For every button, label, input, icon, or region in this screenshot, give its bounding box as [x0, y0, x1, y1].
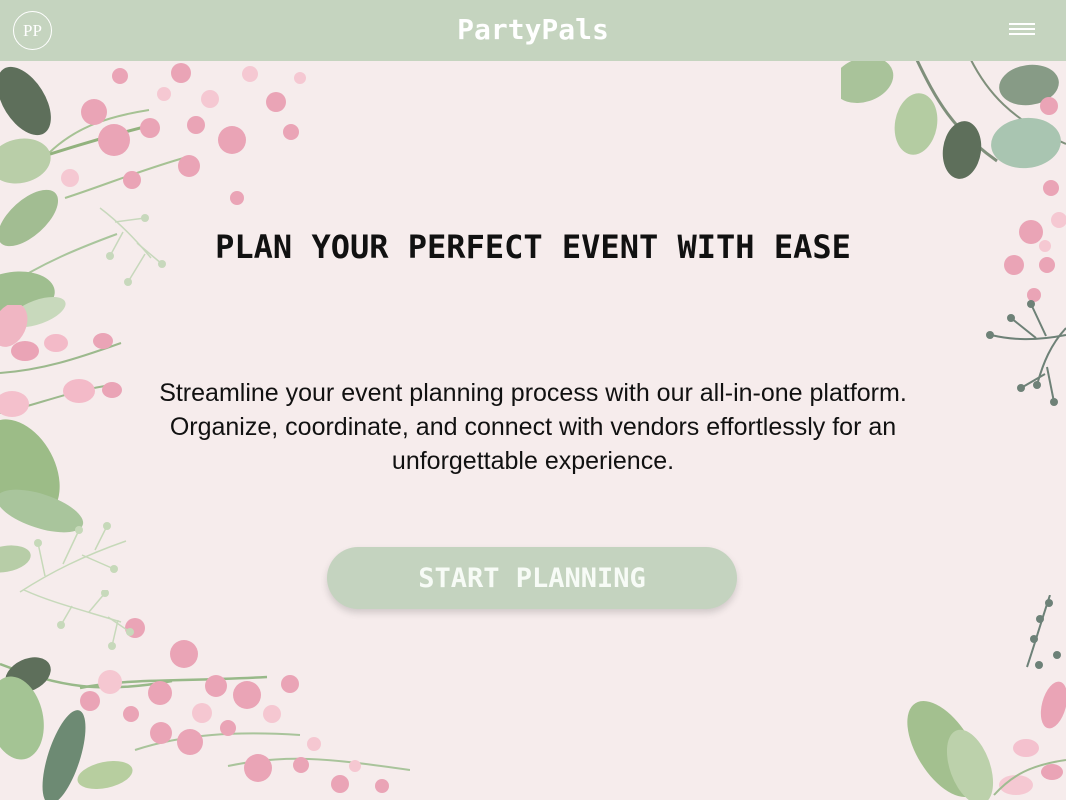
- hamburger-menu-icon[interactable]: [1009, 23, 1035, 37]
- hero-title: PLAN YOUR PERFECT EVENT WITH EASE: [215, 228, 851, 266]
- menu-line-2: [1009, 28, 1035, 30]
- floral-border-bottom-right-icon: [907, 595, 1066, 800]
- start-planning-button[interactable]: START PLANNING: [327, 547, 737, 609]
- menu-line-3: [1009, 33, 1035, 35]
- landing-page: PP PartyPals PLAN YOUR PERFECT EVENT WIT…: [0, 0, 1066, 800]
- hero-subtitle: Streamline your event planning process w…: [159, 379, 907, 475]
- floral-border-bottom-left-icon: [0, 590, 410, 800]
- app-title: PartyPals: [457, 13, 609, 46]
- menu-line-1: [1009, 23, 1035, 25]
- floral-border-top-right-icon: [841, 58, 1066, 406]
- floral-border-top-left-icon: [0, 63, 306, 328]
- top-navigation-bar: PP PartyPals: [0, 0, 1066, 61]
